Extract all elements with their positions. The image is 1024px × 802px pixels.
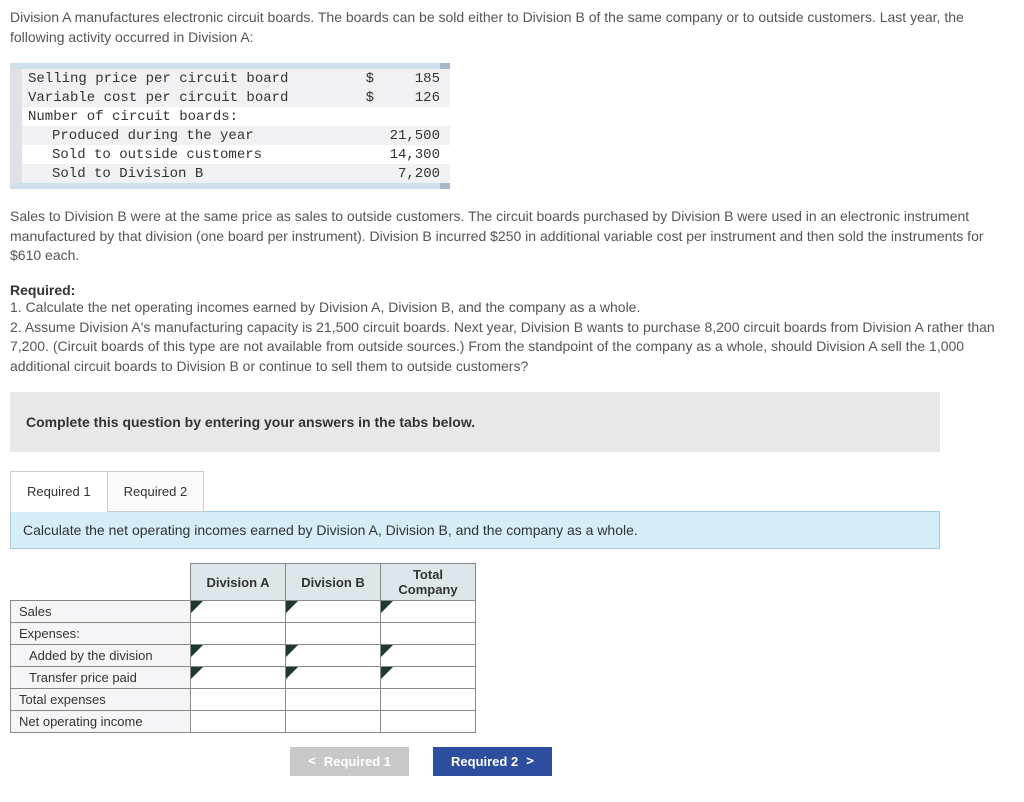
- col-head-division-b: Division B: [286, 564, 381, 601]
- cell-noi-divA: [191, 711, 286, 733]
- currency-symbol: $: [350, 88, 380, 107]
- tab-required-2[interactable]: Required 2: [108, 471, 205, 512]
- col-head-total-company: Total Company: [381, 564, 476, 601]
- tab-instruction-panel: Calculate the net operating incomes earn…: [10, 511, 940, 549]
- activity-data-block: Selling price per circuit board $ 185 Va…: [10, 63, 1014, 189]
- row-noi-label: Net operating income: [11, 711, 191, 733]
- cell-expenses-divA: [191, 623, 286, 645]
- tab-bar: Required 1 Required 2: [10, 470, 1014, 511]
- activity-data-table: Selling price per circuit board $ 185 Va…: [10, 69, 450, 183]
- row-expenses-label: Expenses:: [11, 623, 191, 645]
- row-variable-cost-value: 126: [380, 88, 450, 107]
- cell-total-expenses-divA: [191, 689, 286, 711]
- input-transfer-total[interactable]: [381, 667, 476, 689]
- col-head-division-a: Division A: [191, 564, 286, 601]
- row-sold-outside-value: 14,300: [380, 145, 450, 164]
- input-sales-total[interactable]: [381, 601, 476, 623]
- row-selling-price-label: Selling price per circuit board: [22, 69, 350, 88]
- row-produced-label: Produced during the year: [22, 126, 350, 145]
- chevron-left-icon: <: [308, 754, 316, 769]
- context-paragraph: Sales to Division B were at the same pri…: [10, 207, 1014, 266]
- cell-expenses-total: [381, 623, 476, 645]
- cell-noi-divB: [286, 711, 381, 733]
- row-produced-value: 21,500: [380, 126, 450, 145]
- next-button[interactable]: Required 2 >: [433, 747, 552, 776]
- input-sales-divB[interactable]: [286, 601, 381, 623]
- input-transfer-divA[interactable]: [191, 667, 286, 689]
- input-added-divB[interactable]: [286, 645, 381, 667]
- table-bottom-bar: [10, 183, 450, 189]
- input-added-divA[interactable]: [191, 645, 286, 667]
- instruction-panel: Complete this question by entering your …: [10, 392, 940, 452]
- answer-table: Division A Division B Total Company Sale…: [10, 563, 476, 733]
- row-selling-price-value: 185: [380, 69, 450, 88]
- instruction-text: Complete this question by entering your …: [26, 414, 475, 430]
- tab-required-1[interactable]: Required 1: [10, 471, 108, 512]
- cell-noi-total: [381, 711, 476, 733]
- row-num-boards-label: Number of circuit boards:: [22, 107, 350, 126]
- prev-button: < Required 1: [290, 747, 409, 776]
- next-button-label: Required 2: [451, 754, 518, 769]
- prev-button-label: Required 1: [324, 754, 391, 769]
- row-variable-cost-label: Variable cost per circuit board: [22, 88, 350, 107]
- chevron-right-icon: >: [526, 754, 534, 769]
- currency-symbol: $: [350, 69, 380, 88]
- cell-expenses-divB: [286, 623, 381, 645]
- input-transfer-divB[interactable]: [286, 667, 381, 689]
- input-added-total[interactable]: [381, 645, 476, 667]
- row-sold-outside-label: Sold to outside customers: [22, 145, 350, 164]
- intro-paragraph: Division A manufactures electronic circu…: [10, 8, 1014, 47]
- nav-button-row: < Required 1 Required 2 >: [290, 747, 1014, 776]
- cell-total-expenses-total: [381, 689, 476, 711]
- input-sales-divA[interactable]: [191, 601, 286, 623]
- row-sold-divB-value: 7,200: [380, 164, 450, 183]
- cell-total-expenses-divB: [286, 689, 381, 711]
- row-total-expenses-label: Total expenses: [11, 689, 191, 711]
- requirement-2: 2. Assume Division A's manufacturing cap…: [10, 318, 1014, 377]
- requirement-1: 1. Calculate the net operating incomes e…: [10, 298, 1014, 318]
- row-transfer-label: Transfer price paid: [11, 667, 191, 689]
- row-added-label: Added by the division: [11, 645, 191, 667]
- table-top-bar: [10, 63, 450, 69]
- required-heading: Required:: [10, 282, 1014, 298]
- row-sold-divB-label: Sold to Division B: [22, 164, 350, 183]
- row-sales-label: Sales: [11, 601, 191, 623]
